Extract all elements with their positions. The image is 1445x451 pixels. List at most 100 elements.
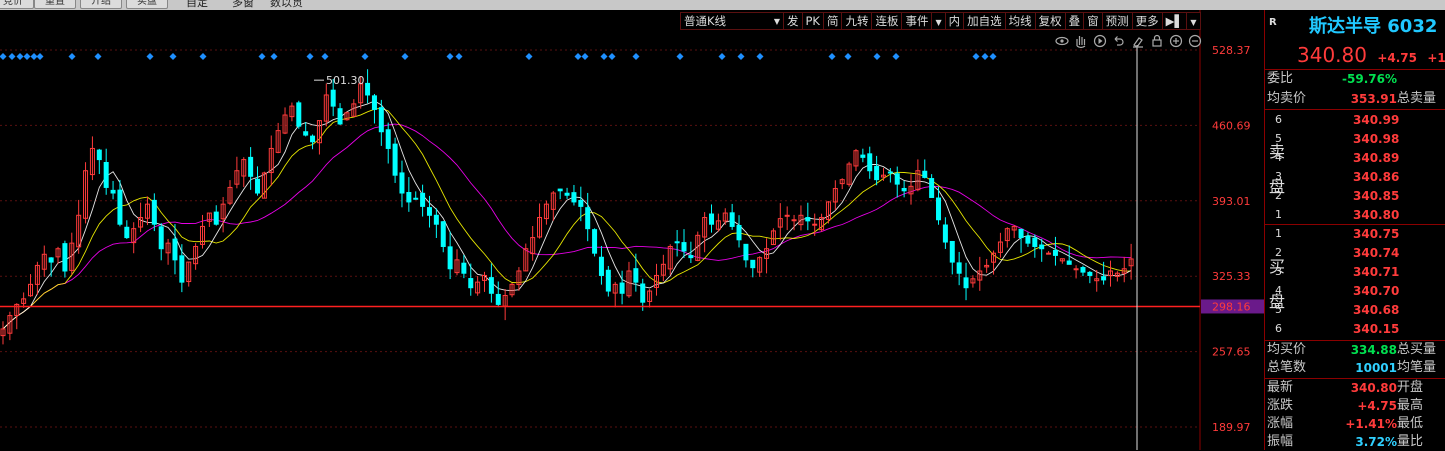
event-marker-icon[interactable] xyxy=(401,53,409,60)
bid-row[interactable]: 3 340.71 xyxy=(1265,263,1445,281)
price-axis-label: 325.33 xyxy=(1212,270,1251,283)
toolbar-events-dropdown[interactable]: ▼ xyxy=(932,12,946,30)
event-marker-icon[interactable] xyxy=(676,53,684,60)
candle xyxy=(1066,260,1072,265)
event-marker-icon[interactable] xyxy=(23,53,31,60)
avg-bid-value: 334.88 xyxy=(1350,343,1397,357)
total-sell-label: 总卖量 xyxy=(1397,91,1437,106)
ask-row[interactable]: 4 340.89 xyxy=(1265,149,1445,167)
amp-label: 振幅 xyxy=(1267,434,1294,449)
candle xyxy=(894,173,900,185)
toolbar-btn-add-watchlist[interactable]: 加自选 xyxy=(964,12,1006,30)
event-marker-icon[interactable] xyxy=(306,53,314,60)
kline-type-dropdown[interactable]: 普通K线 ▼ xyxy=(680,12,784,30)
candle xyxy=(571,192,577,203)
event-marker-icon[interactable] xyxy=(972,53,980,60)
toolbar-btn-pk[interactable]: PK xyxy=(802,12,824,30)
kline-chart[interactable]: 528.37 460.69 393.01 325.33 257.65 189.97 298.… xyxy=(0,10,1264,450)
ask-row[interactable]: 3 340.86 xyxy=(1265,168,1445,186)
bid-row[interactable]: 5 340.68 xyxy=(1265,301,1445,319)
ask-row[interactable]: 6 340.99 xyxy=(1265,111,1445,129)
event-marker-icon[interactable] xyxy=(146,53,154,60)
bid-row[interactable]: 2 340.74 xyxy=(1265,244,1445,262)
amp-row: 振幅 3.72% 量比 xyxy=(1265,433,1445,451)
event-marker-icon[interactable] xyxy=(446,53,454,60)
icon-part xyxy=(1060,39,1064,43)
event-marker-icon[interactable] xyxy=(718,53,726,60)
pan-icon[interactable] xyxy=(1073,33,1089,49)
event-marker-icon[interactable] xyxy=(581,53,589,60)
toolbar-btn-nei[interactable]: 内 xyxy=(945,12,965,30)
event-marker-icon[interactable] xyxy=(844,53,852,60)
event-marker-icon[interactable] xyxy=(525,53,533,60)
ask-row[interactable]: 1 340.80 xyxy=(1265,206,1445,224)
avg-bid-label: 均买价 xyxy=(1267,342,1307,357)
undo-icon[interactable] xyxy=(1111,33,1127,49)
event-marker-icon[interactable] xyxy=(989,53,997,60)
candle xyxy=(406,192,412,203)
toolbar-btn-jiuzhuan[interactable]: 九转 xyxy=(842,12,873,30)
event-marker-icon[interactable] xyxy=(36,53,44,60)
toolbar-btn-fa[interactable]: 发 xyxy=(784,12,803,30)
event-marker-icon[interactable] xyxy=(16,53,24,60)
event-marker-icon[interactable] xyxy=(737,53,745,60)
event-marker-icon[interactable] xyxy=(0,53,7,60)
candle xyxy=(330,89,336,107)
event-marker-icon[interactable] xyxy=(892,53,900,60)
event-marker-icon[interactable] xyxy=(574,53,582,60)
top-tab-0[interactable]: 竞价 xyxy=(0,0,34,9)
bid-price: 340.71 xyxy=(1353,265,1400,279)
event-marker-icon[interactable] xyxy=(981,53,989,60)
toolbar-btn-events[interactable]: 事件 xyxy=(902,12,933,30)
top-tab-5[interactable]: 多窗 xyxy=(232,0,254,10)
event-marker-icon[interactable] xyxy=(828,53,836,60)
event-marker-icon[interactable] xyxy=(455,53,463,60)
top-tab-4[interactable]: 自定 xyxy=(186,0,208,10)
event-marker-icon[interactable] xyxy=(756,53,764,60)
toolbar-btn-jian[interactable]: 简 xyxy=(823,12,843,30)
event-marker-icon[interactable] xyxy=(608,53,616,60)
top-tab-6[interactable]: 数以贯 xyxy=(270,0,303,10)
event-marker-icon[interactable] xyxy=(873,53,881,60)
candle xyxy=(124,226,130,239)
top-tab-3[interactable]: 实盘 xyxy=(126,0,168,9)
r-badge: R xyxy=(1269,17,1277,28)
ask-level: 6 xyxy=(1275,113,1282,126)
event-marker-icon[interactable] xyxy=(270,53,278,60)
candle xyxy=(743,243,749,261)
event-marker-icon[interactable] xyxy=(600,53,608,60)
top-tab-2[interactable]: 介绍 xyxy=(80,0,122,9)
event-marker-icon[interactable] xyxy=(30,53,38,60)
bid-row[interactable]: 1 340.75 xyxy=(1265,225,1445,243)
event-marker-icon[interactable] xyxy=(199,53,207,60)
event-marker-icon[interactable] xyxy=(8,53,16,60)
toolbar-btn-predict[interactable]: 预测 xyxy=(1102,12,1133,30)
toolbar-collapse-button[interactable]: ▶▌ xyxy=(1162,12,1188,30)
candle xyxy=(255,178,261,194)
ask-row[interactable]: 5 340.98 xyxy=(1265,130,1445,148)
total-buy-label: 总买量 xyxy=(1397,342,1437,357)
toolbar-menu-dropdown[interactable]: ▼ xyxy=(1187,12,1201,30)
bid-row[interactable]: 4 340.70 xyxy=(1265,282,1445,300)
event-marker-icon[interactable] xyxy=(94,53,102,60)
top-tab-1[interactable]: 重置 xyxy=(34,0,76,9)
bid-row[interactable]: 6 340.15 xyxy=(1265,320,1445,338)
toolbar-btn-lianban[interactable]: 连板 xyxy=(872,12,903,30)
chevron-down-icon: ▼ xyxy=(1190,18,1197,27)
event-marker-icon[interactable] xyxy=(321,53,329,60)
ask-row[interactable]: 2 340.85 xyxy=(1265,187,1445,205)
candle xyxy=(674,241,680,244)
toolbar-btn-window[interactable]: 窗 xyxy=(1084,12,1103,30)
event-marker-icon[interactable] xyxy=(361,53,369,60)
toolbar-btn-adjust[interactable]: 复权 xyxy=(1035,12,1066,30)
toolbar-btn-ma[interactable]: 均线 xyxy=(1005,12,1036,30)
event-marker-icon[interactable] xyxy=(169,53,177,60)
event-marker-icon[interactable] xyxy=(68,53,76,60)
toolbar-btn-more[interactable]: 更多 xyxy=(1132,12,1163,30)
candle xyxy=(303,131,309,136)
toolbar-btn-overlay[interactable]: 叠 xyxy=(1065,12,1085,30)
event-marker-icon[interactable] xyxy=(258,53,266,60)
candle xyxy=(179,255,185,283)
event-marker-icon[interactable] xyxy=(632,53,640,60)
candle xyxy=(110,189,116,194)
